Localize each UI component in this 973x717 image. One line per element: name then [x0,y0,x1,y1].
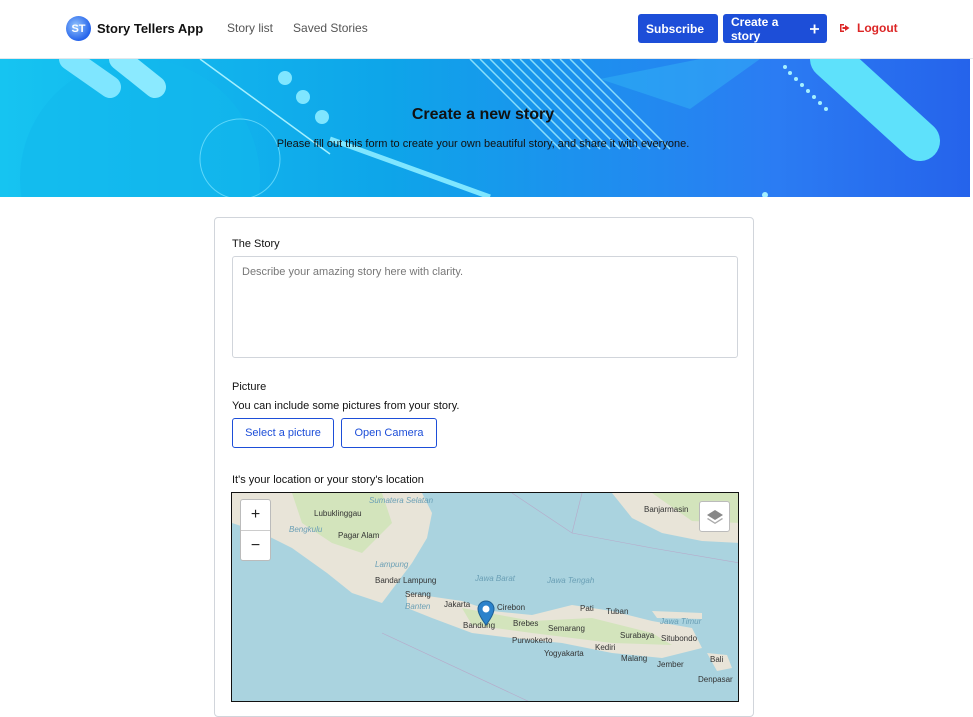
map-label: Lubuklinggau [314,509,362,518]
map-label: Purwokerto [512,636,553,645]
zoom-out-button[interactable]: − [241,530,270,560]
app-name: Story Tellers App [97,21,204,36]
logout-icon [840,24,850,32]
map-label: Pati [580,604,594,613]
map-label: Bandar Lampung [375,576,437,585]
navbar: ST Story Tellers App Story list Saved St… [0,0,973,59]
nav-saved-stories[interactable]: Saved Stories [293,21,368,35]
location-label: It's your location or your story's locat… [232,474,424,486]
logout-link[interactable]: Logout [840,21,898,35]
map-label: Bali [710,655,724,664]
logout-label: Logout [857,21,898,35]
page-title: Create a new story [411,106,555,123]
create-story-button[interactable]: Create a story [723,14,827,43]
map-label: Jawa Tengah [547,576,595,585]
open-camera-label: Open Camera [354,427,424,439]
map-label: Brebes [513,619,539,628]
map-label: Jawa Barat [475,574,516,583]
story-textarea[interactable]: Describe your amazing story here with cl… [232,256,738,358]
subscribe-button[interactable]: Subscribe [638,14,718,43]
picture-description: You can include some pictures from your … [232,400,460,412]
map-label: Sumatera Selatan [369,496,434,505]
map-label: Yogyakarta [544,649,584,658]
brand[interactable]: ST Story Tellers App [66,16,203,41]
open-camera-button[interactable]: Open Camera [341,418,437,448]
location-marker-icon[interactable] [477,600,495,626]
map-label: Banjarmasin [644,505,689,514]
map-label: Surabaya [620,631,655,640]
map-label: Pagar Alam [338,531,380,540]
app-logo-icon: ST [66,16,91,41]
map-label: Jember [657,660,684,669]
map-label: Tuban [606,607,629,616]
map-label: Semarang [548,624,585,633]
map-label: Situbondo [661,634,698,643]
story-form: The Story Describe your amazing story he… [214,217,754,717]
map-label: Cirebon [497,603,526,612]
map-label: Bengkulu [289,525,323,534]
hero-decoration [20,59,940,197]
nav-links: Story list Saved Stories [227,21,368,35]
create-story-label: Create a story [731,14,779,43]
layers-button[interactable] [699,501,730,532]
layers-icon [706,509,723,524]
zoom-in-button[interactable]: + [241,500,270,530]
nav-story-list[interactable]: Story list [227,21,273,35]
map-label: Serang [405,590,431,599]
map-label: Denpasar [698,675,733,684]
map-label: Lampung [375,560,409,569]
picture-label: Picture [232,381,267,393]
map-label: Kediri [595,643,616,652]
map-label: Jawa Timur [660,617,702,626]
story-placeholder: Describe your amazing story here with cl… [242,266,464,278]
plus-icon [809,23,819,34]
map-label: Jakarta [444,600,471,609]
map-label: Malang [621,654,648,663]
story-label: The Story [232,238,280,250]
location-map[interactable]: + − Sumatera Selatan Lubuklinggau Bengku… [231,492,739,702]
map-label: Banten [405,602,431,611]
select-picture-button[interactable]: Select a picture [232,418,334,448]
zoom-control: + − [240,499,271,561]
subscribe-label: Subscribe [645,21,705,36]
page-subtitle: Please fill out this form to create your… [276,138,690,150]
select-picture-label: Select a picture [245,427,321,439]
hero-banner: Create a new story Please fill out this … [0,59,970,197]
